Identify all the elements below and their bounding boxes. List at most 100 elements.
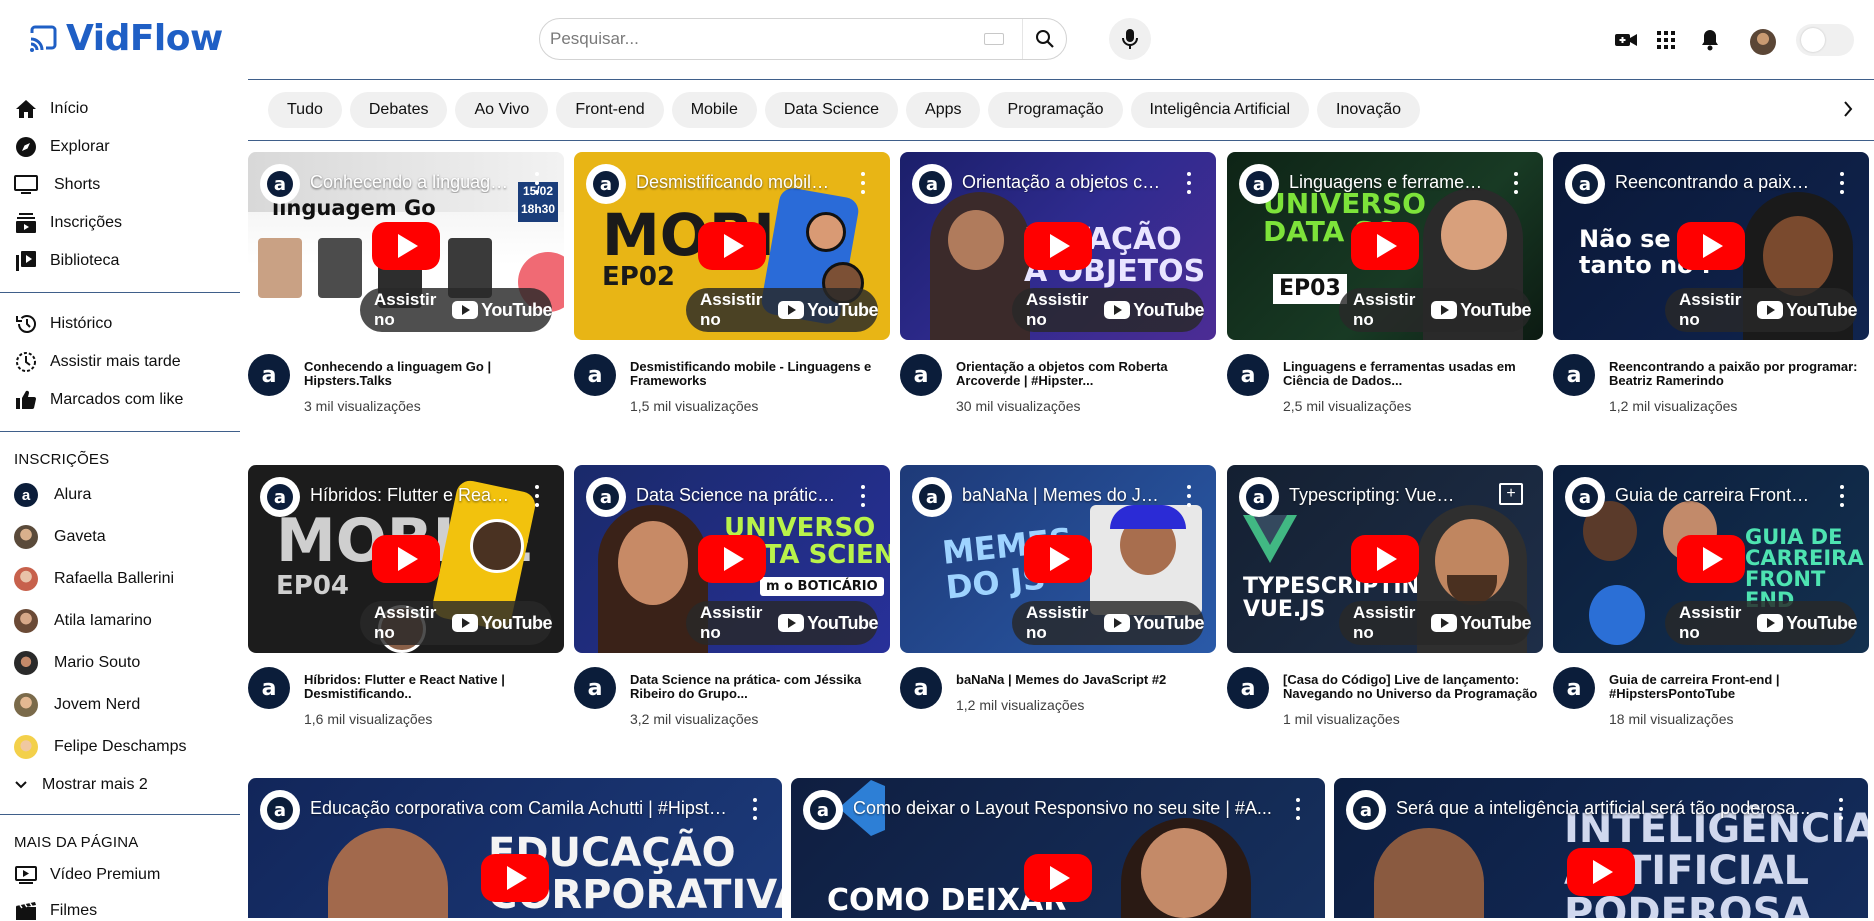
channel-avatar[interactable]: a bbox=[1227, 354, 1269, 396]
chip-apps[interactable]: Apps bbox=[906, 92, 981, 128]
sidebar-item-inicio[interactable]: Início bbox=[0, 90, 240, 128]
video-thumbnail[interactable]: GUIA DE CARREIRA FRONT END a Guia de car… bbox=[1553, 465, 1869, 653]
channel-avatar[interactable]: a bbox=[1553, 667, 1595, 709]
watch-on-youtube-button[interactable]: Assistir no YouTube bbox=[686, 288, 878, 332]
chip-inteligencia-artificial[interactable]: Inteligência Artificial bbox=[1130, 92, 1310, 128]
sidebar-item-biblioteca[interactable]: Biblioteca bbox=[0, 242, 240, 280]
play-button[interactable] bbox=[698, 535, 766, 583]
play-button[interactable] bbox=[1351, 222, 1419, 270]
channel-avatar[interactable]: a bbox=[900, 667, 942, 709]
watch-on-youtube-button[interactable]: Assistir no YouTube bbox=[686, 601, 878, 645]
apps-button[interactable] bbox=[1652, 26, 1680, 54]
more-options-icon[interactable] bbox=[1182, 172, 1196, 194]
video-thumbnail[interactable]: linguagem Go 15/0218h30 a Conhecendo a l… bbox=[248, 152, 564, 340]
sidebar-item-marcados-com-like[interactable]: Marcados com like bbox=[0, 381, 240, 419]
search-button[interactable] bbox=[1022, 19, 1066, 59]
video-thumbnail[interactable]: INTELIGÊNCIA ARTIFICIAL PODEROSA a Será … bbox=[1334, 778, 1868, 918]
play-button[interactable] bbox=[481, 854, 549, 902]
video-card[interactable]: UNIVERSO DATA SC EP03 a Linguagens e fer… bbox=[1227, 152, 1543, 414]
sidebar-item-video-premium[interactable]: Vídeo Premium bbox=[0, 857, 240, 893]
video-thumbnail[interactable]: Não se co tanto no i a Reencontrando a p… bbox=[1553, 152, 1869, 340]
more-options-icon[interactable] bbox=[530, 485, 544, 507]
sidebar-item-assistir-mais-tarde[interactable]: Assistir mais tarde bbox=[0, 343, 240, 381]
play-button[interactable] bbox=[1024, 535, 1092, 583]
sidebar-item-filmes[interactable]: Filmes bbox=[0, 893, 240, 921]
channel-avatar[interactable]: a bbox=[1553, 354, 1595, 396]
chip-ao-vivo[interactable]: Ao Vivo bbox=[455, 92, 549, 128]
more-options-icon[interactable] bbox=[530, 172, 544, 194]
video-card[interactable]: INTELIGÊNCIA ARTIFICIAL PODEROSA a Será … bbox=[1334, 778, 1868, 918]
video-thumbnail[interactable]: COMO DEIXAR a Como deixar o Layout Respo… bbox=[791, 778, 1325, 918]
video-thumbnail[interactable]: UNIVERSO DATA SC EP03 a Linguagens e fer… bbox=[1227, 152, 1543, 340]
user-avatar[interactable] bbox=[1750, 29, 1776, 55]
subscription-item-gaveta[interactable]: Gaveta bbox=[0, 516, 240, 558]
video-card[interactable]: TYPESCRIPTING: VUE.JS a Typescripting: V… bbox=[1227, 465, 1543, 727]
chip-programacao[interactable]: Programação bbox=[988, 92, 1123, 128]
chip-tudo[interactable]: Tudo bbox=[268, 92, 342, 128]
channel-avatar[interactable]: a bbox=[574, 667, 616, 709]
create-video-button[interactable] bbox=[1612, 26, 1640, 54]
channel-avatar[interactable]: a bbox=[1227, 667, 1269, 709]
brand-logo[interactable]: VidFlow bbox=[28, 18, 223, 59]
watch-on-youtube-button[interactable]: Assistir no YouTube bbox=[360, 288, 552, 332]
video-thumbnail[interactable]: TYPESCRIPTING: VUE.JS a Typescripting: V… bbox=[1227, 465, 1543, 653]
video-thumbnail[interactable]: ENTAÇÃO A OBJETOS a Orientação a objetos… bbox=[900, 152, 1216, 340]
sidebar-item-shorts[interactable]: Shorts bbox=[0, 166, 240, 204]
watch-on-youtube-button[interactable]: Assistir no YouTube bbox=[1012, 288, 1204, 332]
video-title[interactable]: baNaNa | Memes do JavaScript #2 bbox=[956, 673, 1166, 687]
play-button[interactable] bbox=[372, 535, 440, 583]
video-title[interactable]: Guia de carreira Front-end | #HipstersPo… bbox=[1609, 673, 1869, 701]
voice-search-button[interactable] bbox=[1109, 18, 1151, 60]
video-card[interactable]: MEMES DO JS a baNaNa | Memes do JavaScri… bbox=[900, 465, 1216, 713]
video-thumbnail[interactable]: MOBILE EP04 a Híbridos: Flutter e React.… bbox=[248, 465, 564, 653]
video-card[interactable]: Não se co tanto no i a Reencontrando a p… bbox=[1553, 152, 1869, 414]
more-options-icon[interactable] bbox=[1291, 798, 1305, 820]
subscription-item-rafaella-ballerini[interactable]: Rafaella Ballerini bbox=[0, 558, 240, 600]
video-card[interactable]: MOBILE EP02 a Desmistificando mobile... … bbox=[574, 152, 890, 414]
sidebar-item-explorar[interactable]: Explorar bbox=[0, 128, 240, 166]
chip-data-science[interactable]: Data Science bbox=[764, 92, 899, 128]
subscription-item-mario-souto[interactable]: Mario Souto bbox=[0, 642, 240, 684]
chip-front-end[interactable]: Front-end bbox=[556, 92, 664, 128]
play-button[interactable] bbox=[1024, 854, 1092, 902]
more-options-icon[interactable] bbox=[1835, 172, 1849, 194]
chip-mobile[interactable]: Mobile bbox=[671, 92, 757, 128]
watch-on-youtube-button[interactable]: Assistir no YouTube bbox=[1665, 601, 1857, 645]
more-options-icon[interactable] bbox=[1835, 485, 1849, 507]
video-title[interactable]: [Casa do Código] Live de lançamento: Nav… bbox=[1283, 673, 1543, 701]
play-button[interactable] bbox=[1024, 222, 1092, 270]
watch-on-youtube-button[interactable]: Assistir no YouTube bbox=[1012, 601, 1204, 645]
chip-debates[interactable]: Debates bbox=[349, 92, 448, 128]
video-card[interactable]: MOBILE EP04 a Híbridos: Flutter e React.… bbox=[248, 465, 564, 727]
channel-avatar[interactable]: a bbox=[900, 354, 942, 396]
play-button[interactable] bbox=[1567, 848, 1635, 896]
watch-on-youtube-button[interactable]: Assistir no YouTube bbox=[1339, 288, 1531, 332]
subscription-item-felipe-deschamps[interactable]: Felipe Deschamps bbox=[0, 726, 240, 768]
video-thumbnail[interactable]: EDUCAÇÃO CORPORATIVA a Educação corporat… bbox=[248, 778, 782, 918]
sidebar-item-historico[interactable]: Histórico bbox=[0, 305, 240, 343]
video-card[interactable]: UNIVERSO DATA SCIENCE m o BOTICÁRIO a Da… bbox=[574, 465, 890, 727]
video-thumbnail[interactable]: MEMES DO JS a baNaNa | Memes do JavaScri… bbox=[900, 465, 1216, 653]
play-button[interactable] bbox=[372, 222, 440, 270]
video-title[interactable]: Reencontrando a paixão por programar: Be… bbox=[1609, 360, 1869, 388]
video-card[interactable]: linguagem Go 15/0218h30 a Conhecendo a l… bbox=[248, 152, 564, 414]
subscription-item-jovem-nerd[interactable]: Jovem Nerd bbox=[0, 684, 240, 726]
channel-avatar[interactable]: a bbox=[574, 354, 616, 396]
add-to-queue-icon[interactable]: + bbox=[1499, 483, 1523, 505]
video-thumbnail[interactable]: MOBILE EP02 a Desmistificando mobile... … bbox=[574, 152, 890, 340]
chip-inovacao[interactable]: Inovação bbox=[1317, 92, 1420, 128]
watch-on-youtube-button[interactable]: Assistir no YouTube bbox=[360, 601, 552, 645]
video-card[interactable]: GUIA DE CARREIRA FRONT END a Guia de car… bbox=[1553, 465, 1869, 727]
video-title[interactable]: Desmistificando mobile - Linguagens e Fr… bbox=[630, 360, 890, 388]
sidebar-item-inscricoes[interactable]: Inscrições bbox=[0, 204, 240, 242]
more-options-icon[interactable] bbox=[856, 485, 870, 507]
video-title[interactable]: Data Science na prática- com Jéssika Rib… bbox=[630, 673, 890, 701]
more-options-icon[interactable] bbox=[1182, 485, 1196, 507]
video-title[interactable]: Híbridos: Flutter e React Native | Desmi… bbox=[304, 673, 564, 701]
channel-avatar[interactable]: a bbox=[248, 667, 290, 709]
play-button[interactable] bbox=[1351, 535, 1419, 583]
watch-on-youtube-button[interactable]: Assistir no YouTube bbox=[1339, 601, 1531, 645]
more-options-icon[interactable] bbox=[1509, 172, 1523, 194]
chips-next-button[interactable] bbox=[1836, 97, 1860, 121]
video-card[interactable]: COMO DEIXAR a Como deixar o Layout Respo… bbox=[791, 778, 1325, 918]
